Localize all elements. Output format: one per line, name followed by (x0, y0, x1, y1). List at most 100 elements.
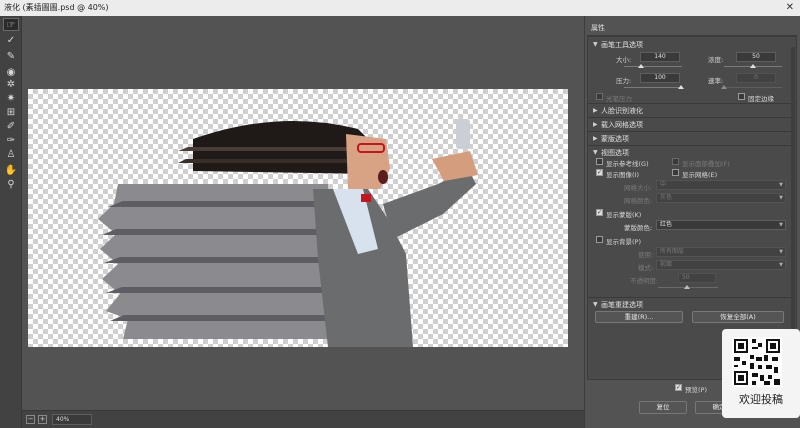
pin-edges-checkbox[interactable] (738, 93, 745, 100)
show-mask-checkbox[interactable]: ✓ (596, 209, 603, 216)
brush-options-heading[interactable]: 画笔工具选项 (601, 40, 643, 50)
arm-shape (383, 119, 478, 239)
zoom-out-button[interactable]: − (26, 415, 35, 424)
qr-code-icon (732, 337, 782, 387)
show-guides-checkbox[interactable] (596, 158, 603, 165)
opacity-label: 不透明度: (630, 277, 659, 285)
mesh-color-value: 灰色 (660, 194, 673, 201)
rate-label: 速率: (708, 77, 724, 85)
qr-caption: 欢迎投稿 (739, 393, 783, 406)
mesh-size-value: 中 (660, 181, 667, 188)
forward-warp-tool-icon[interactable]: ☞ (3, 18, 19, 31)
face-tool-icon[interactable]: ♙ (3, 148, 19, 161)
tools-panel: ☞ ✓ ✎ ◉ ✲ ✷ ⊞ ✐ ✑ ♙ ✋ ⚲ (0, 16, 22, 428)
density-slider-knob[interactable] (750, 64, 756, 68)
preview-checkbox[interactable]: ✓ (675, 384, 682, 391)
face-aware-section[interactable]: 人脸识别液化 (601, 106, 643, 116)
chevron-down-icon: ▼ (779, 182, 783, 188)
mesh-size-select[interactable]: 中 ▼ (656, 180, 786, 190)
preview-label: 预览(P) (685, 386, 707, 394)
stylus-pressure-checkbox[interactable] (596, 93, 603, 100)
view-options-heading[interactable]: 视图选项 (601, 148, 629, 158)
zoom-tool-icon[interactable]: ⚲ (3, 178, 19, 191)
status-bar: − + 40% (22, 410, 584, 428)
collapse-triangle-icon[interactable]: ▼ (593, 301, 598, 308)
opacity-slider-knob[interactable] (684, 285, 690, 289)
zoom-level-field[interactable]: 40% (52, 414, 92, 425)
collapse-triangle-icon[interactable]: ▼ (593, 149, 598, 156)
mask-options-section[interactable]: 蒙版选项 (601, 134, 629, 144)
chevron-down-icon: ▼ (779, 195, 783, 201)
face-shape (346, 134, 390, 189)
pressure-label: 压力: (616, 77, 632, 85)
smooth-tool-icon[interactable]: ✎ (3, 50, 19, 63)
show-face-overlay-checkbox[interactable] (672, 158, 679, 165)
mesh-color-label: 网格颜色: (624, 197, 653, 205)
reconstruct-button[interactable]: 重建(R)... (595, 311, 683, 323)
thaw-mask-tool-icon[interactable]: ✑ (3, 134, 19, 147)
mask-color-select[interactable]: 红色 ▼ (656, 220, 786, 230)
rate-slider[interactable] (724, 87, 782, 88)
expand-triangle-icon[interactable]: ▶ (593, 121, 598, 128)
use-label: 使用: (638, 251, 654, 259)
mask-color-value: 红色 (660, 221, 673, 228)
chevron-down-icon: ▼ (779, 249, 783, 255)
freeze-mask-tool-icon[interactable]: ✐ (3, 120, 19, 133)
show-mask-label: 显示蒙版(K) (606, 211, 642, 219)
size-label: 大小: (616, 56, 632, 64)
pressure-slider[interactable] (624, 87, 682, 88)
mask-color-label: 蒙版颜色: (624, 224, 653, 232)
pressure-slider-knob[interactable] (678, 85, 684, 89)
rate-field[interactable]: 0 (736, 73, 776, 83)
window-titlebar: 液化 (素插圖圖.psd @ 40%) ✕ (0, 0, 800, 16)
hand-tool-icon[interactable]: ✋ (3, 164, 19, 177)
qr-watermark-card: 欢迎投稿 (722, 329, 800, 418)
chevron-down-icon: ▼ (779, 262, 783, 268)
zoom-in-button[interactable]: + (38, 415, 47, 424)
liquified-photo[interactable] (28, 89, 568, 347)
smeared-hair-shape (178, 121, 373, 174)
size-slider-knob[interactable] (638, 64, 644, 68)
panel-title: 属性 (591, 24, 605, 32)
opacity-field[interactable]: 50 (678, 273, 716, 283)
pucker-tool-icon[interactable]: ✲ (3, 78, 19, 91)
use-value: 所有图层 (660, 248, 685, 255)
canvas-area[interactable] (22, 16, 584, 410)
show-backdrop-label: 显示背景(P) (606, 238, 641, 246)
reset-button[interactable]: 复位 (639, 401, 687, 414)
show-mesh-checkbox[interactable] (672, 169, 679, 176)
smeared-body-shape (98, 184, 333, 339)
show-image-label: 显示图像(I) (606, 171, 639, 179)
expand-triangle-icon[interactable]: ▶ (593, 135, 598, 142)
pin-edges-label: 固定边缘 (748, 95, 774, 103)
mode-value: 前面 (660, 261, 673, 268)
density-label: 浓度: (708, 56, 724, 64)
mesh-color-select[interactable]: 灰色 ▼ (656, 193, 786, 203)
stylus-pressure-label: 光笔压力 (606, 95, 632, 103)
chevron-down-icon: ▼ (779, 222, 783, 228)
panel-scrollbar[interactable] (791, 47, 795, 367)
density-field[interactable]: 50 (736, 52, 776, 62)
show-face-overlay-label: 显示面部叠加(F) (682, 160, 730, 168)
bloat-tool-icon[interactable]: ✷ (3, 92, 19, 105)
window-title: 液化 (素插圖圖.psd @ 40%) (4, 3, 109, 12)
mode-select[interactable]: 前面 ▼ (656, 260, 786, 270)
rate-slider-knob[interactable] (721, 85, 727, 89)
mesh-size-label: 网格大小: (624, 184, 653, 192)
size-slider[interactable] (624, 66, 682, 67)
size-field[interactable]: 140 (640, 52, 680, 62)
show-image-checkbox[interactable]: ✓ (596, 169, 603, 176)
show-mesh-label: 显示网格(E) (682, 171, 718, 179)
load-mesh-section[interactable]: 载入网格选项 (601, 120, 643, 130)
expand-triangle-icon[interactable]: ▶ (593, 107, 598, 114)
photo-illustration (98, 119, 478, 347)
pressure-field[interactable]: 100 (640, 73, 680, 83)
collapse-triangle-icon[interactable]: ▼ (593, 41, 598, 48)
restore-all-button[interactable]: 恢复全部(A) (692, 311, 784, 323)
reconstruct-tool-icon[interactable]: ✓ (3, 34, 19, 47)
reconstruct-options-heading[interactable]: 画笔重建选项 (601, 300, 643, 310)
push-left-tool-icon[interactable]: ⊞ (3, 106, 19, 119)
show-backdrop-checkbox[interactable] (596, 236, 603, 243)
use-select[interactable]: 所有图层 ▼ (656, 247, 786, 257)
close-icon[interactable]: ✕ (786, 0, 794, 16)
